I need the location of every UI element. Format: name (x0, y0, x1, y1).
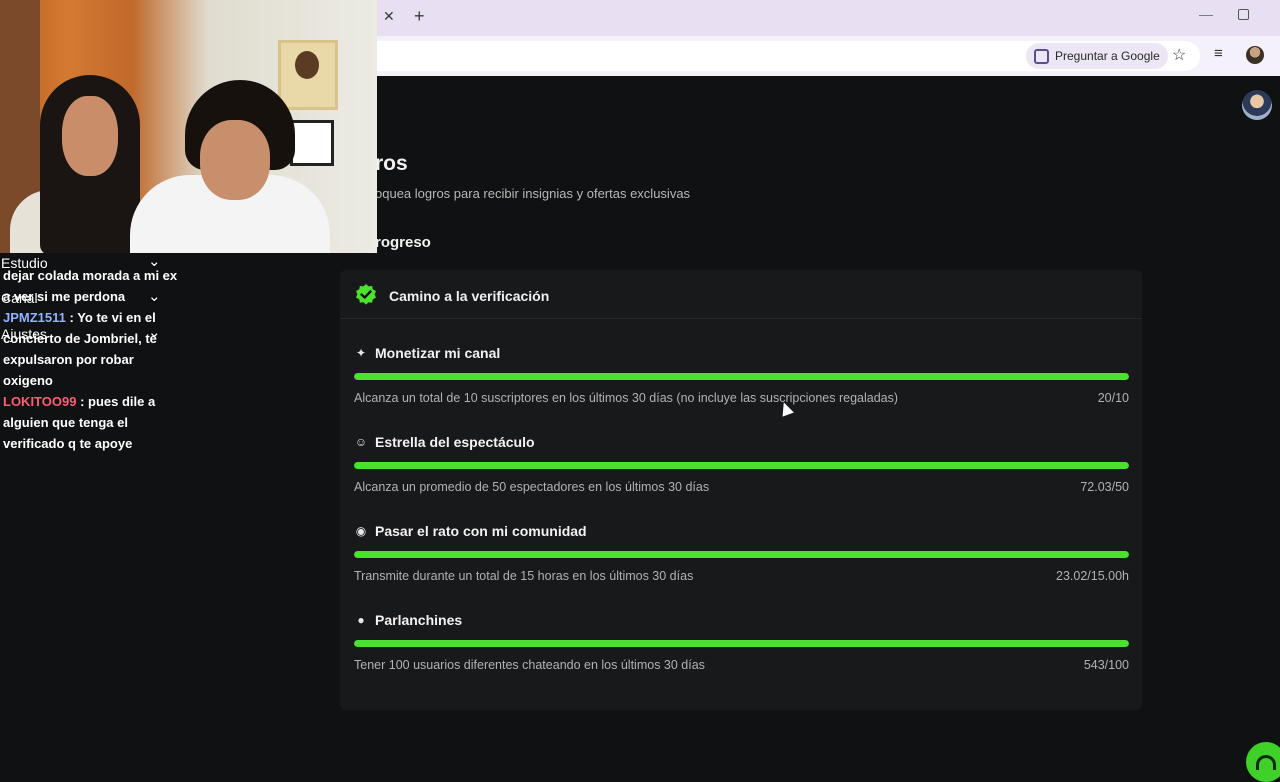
ask-google-button[interactable]: Preguntar a Google (1026, 43, 1168, 69)
minimize-icon[interactable]: — (1199, 6, 1213, 22)
wall-whiteboard (290, 120, 334, 166)
achievement-chatters: ● Parlanchines Tener 100 usuarios difere… (354, 612, 1129, 682)
achievement-description: Tener 100 usuarios diferentes chateando … (354, 658, 705, 672)
chat-message: LOKITOO99 : pues dile a alguien que teng… (3, 394, 156, 451)
support-headset-button[interactable] (1246, 742, 1280, 782)
broadcast-icon: ◉ (355, 524, 367, 538)
close-tab-icon[interactable]: ✕ (383, 8, 395, 25)
achievement-description: Alcanza un total de 10 suscriptores en l… (354, 391, 899, 405)
achievement-name: Parlanchines (375, 612, 463, 628)
bookmark-star-icon[interactable]: ☆ (1172, 45, 1186, 65)
progress-fill (354, 462, 1129, 469)
achievement-description: Alcanza un promedio de 50 espectadores e… (354, 480, 710, 494)
progress-bar (354, 373, 1129, 380)
reading-list-icon[interactable]: ≡ (1214, 45, 1223, 62)
progress-bar (354, 640, 1129, 647)
webcam-overlay (0, 0, 377, 253)
card-header[interactable]: Camino a la verificación (340, 270, 1142, 319)
streamer-face (62, 96, 118, 176)
progress-section-title: rogreso (375, 234, 431, 251)
achievement-name: Pasar el rato con mi comunidad (375, 523, 587, 539)
headset-icon (1256, 754, 1276, 770)
achievement-name: Monetizar mi canal (375, 345, 501, 361)
achievement-value: 72.03/50 (1080, 480, 1129, 494)
chat-message: JPMZ1511 : Yo te vi en el concierto de J… (3, 310, 157, 388)
page-subtitle: oquea logros para recibir insignias y of… (375, 186, 691, 201)
page-title: ros (375, 152, 408, 175)
chat-bubble-icon: ● (357, 613, 365, 627)
restore-window-icon[interactable] (1238, 9, 1249, 20)
chat-messages: dejar colada morada a mi ex a ver si me … (3, 265, 183, 454)
progress-fill (354, 551, 1129, 558)
user-avatar[interactable] (1242, 90, 1272, 120)
achievement-community: ◉ Pasar el rato con mi comunidad Transmi… (354, 523, 1129, 593)
progress-bar (354, 462, 1129, 469)
verification-card: Camino a la verificación ✦ Monetizar mi … (340, 270, 1142, 710)
achievement-value: 23.02/15.00h (1056, 569, 1129, 583)
browser-profile-avatar[interactable] (1246, 46, 1264, 64)
achievement-name: Estrella del espectáculo (375, 434, 535, 450)
progress-fill (354, 640, 1129, 647)
achievement-value: 543/100 (1083, 658, 1129, 672)
verified-badge-icon (356, 284, 376, 305)
progress-fill (354, 373, 1129, 380)
viewers-icon: ☺ (354, 435, 368, 449)
chat-message: a ver si me perdona (3, 289, 126, 304)
ask-google-label: Preguntar a Google (1055, 49, 1160, 63)
card-title: Camino a la verificación (389, 288, 550, 304)
sparkle-icon: ✦ (355, 346, 367, 360)
lens-icon (1034, 48, 1049, 64)
chat-username[interactable]: LOKITOO99 (3, 394, 76, 409)
chat-message: dejar colada morada a mi ex (3, 268, 178, 283)
achievement-value: 20/10 (1097, 391, 1129, 405)
stream-chat-panel: Estudio ⌄ Canal ⌄ Ajustes ⌄ dejar colada… (0, 253, 340, 720)
wall-portrait (278, 40, 338, 110)
chat-username[interactable]: JPMZ1511 (3, 310, 66, 325)
new-tab-icon[interactable]: + (414, 6, 425, 27)
achievement-showstar: ☺ Estrella del espectáculo Alcanza un pr… (354, 434, 1129, 504)
achievement-monetize: ✦ Monetizar mi canal Alcanza un total de… (354, 345, 1129, 415)
achievement-description: Transmite durante un total de 15 horas e… (354, 569, 694, 583)
streamer-face (200, 120, 270, 200)
progress-bar (354, 551, 1129, 558)
